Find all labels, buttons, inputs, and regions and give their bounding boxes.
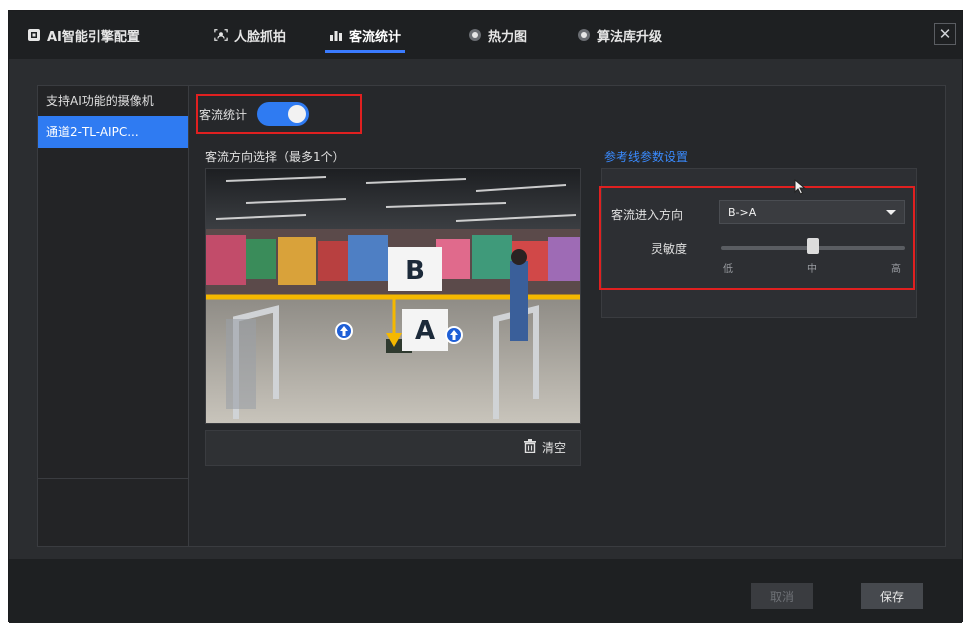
sensitivity-label: 灵敏度 xyxy=(651,242,688,256)
tab-label: 客流统计 xyxy=(349,29,402,45)
camera-preview[interactable]: B A xyxy=(205,168,581,424)
passenger-flow-toggle-row: 客流统计 xyxy=(199,100,310,128)
store-scene-image: B A xyxy=(206,169,580,423)
entry-direction-value: B->A xyxy=(728,205,757,219)
tick-mid: 中 xyxy=(807,264,817,275)
save-button[interactable]: 保存 xyxy=(861,583,923,609)
clear-bar: 清空 xyxy=(205,430,581,466)
tab-passenger-flow[interactable]: 客流统计 xyxy=(324,11,406,59)
close-button[interactable]: ✕ xyxy=(934,23,956,45)
tab-label: 热力图 xyxy=(488,29,528,45)
up-arrow-icon xyxy=(335,322,353,340)
camera-sidebar: 支持AI功能的摄像机 通道2-TL-AIPC... xyxy=(37,85,189,547)
sensitivity-slider[interactable] xyxy=(721,238,905,254)
footer-bar: 取消 保存 xyxy=(9,559,962,623)
upgrade-dot-icon xyxy=(577,28,591,42)
content-area: 支持AI功能的摄像机 通道2-TL-AIPC... 客流统计 客流方向选择（最多… xyxy=(9,59,962,559)
entry-direction-select[interactable]: B->A xyxy=(719,200,905,224)
tab-ai-engine-config[interactable]: AI智能引擎配置 xyxy=(27,11,140,59)
tab-face-capture[interactable]: 人脸抓拍 xyxy=(214,11,286,59)
main-panel: 客流统计 客流方向选择（最多1个） B A 清空 参考线参数设置 客流进入方向 … xyxy=(189,85,946,547)
entry-direction-label: 客流进入方向 xyxy=(611,208,684,222)
tab-label: 算法库升级 xyxy=(597,29,663,45)
tab-algorithm-upgrade[interactable]: 算法库升级 xyxy=(577,11,662,59)
chip-icon xyxy=(27,28,41,42)
close-icon: ✕ xyxy=(938,25,952,43)
reference-line-settings-title: 参考线参数设置 xyxy=(604,150,689,164)
trash-icon xyxy=(523,439,536,456)
face-scan-icon xyxy=(214,28,228,42)
chevron-down-icon xyxy=(886,210,896,215)
slider-handle[interactable] xyxy=(807,238,819,254)
cancel-button[interactable]: 取消 xyxy=(751,583,813,609)
heat-dot-icon xyxy=(468,28,482,42)
toggle-label: 客流统计 xyxy=(199,107,248,122)
line-label-a: A xyxy=(415,316,435,346)
up-arrow-icon xyxy=(445,326,463,344)
tab-bar: AI智能引擎配置 人脸抓拍 客流统计 热力图 算法库升级 ✕ xyxy=(9,11,962,59)
sidebar-divider xyxy=(38,478,188,479)
sidebar-item-channel-2[interactable]: 通道2-TL-AIPC... xyxy=(38,116,188,148)
toggle-knob xyxy=(288,105,307,123)
tab-label: AI智能引擎配置 xyxy=(47,29,140,45)
line-label-b: B xyxy=(405,256,425,286)
mouse-cursor-icon xyxy=(794,178,806,198)
passenger-flow-toggle[interactable] xyxy=(257,102,310,126)
ai-config-window: AI智能引擎配置 人脸抓拍 客流统计 热力图 算法库升级 ✕ 支持AI功能的摄像… xyxy=(8,10,963,623)
tab-label: 人脸抓拍 xyxy=(234,29,287,45)
tick-low: 低 xyxy=(723,264,733,275)
direction-select-title: 客流方向选择（最多1个） xyxy=(205,150,345,164)
sensitivity-ticks: 低 中 高 xyxy=(721,260,905,275)
clear-label: 清空 xyxy=(541,441,566,455)
tab-heatmap[interactable]: 热力图 xyxy=(468,11,527,59)
bar-chart-icon xyxy=(329,28,343,42)
sidebar-title: 支持AI功能的摄像机 xyxy=(46,94,154,108)
tick-high: 高 xyxy=(891,264,901,275)
clear-button[interactable]: 清空 xyxy=(523,439,566,456)
